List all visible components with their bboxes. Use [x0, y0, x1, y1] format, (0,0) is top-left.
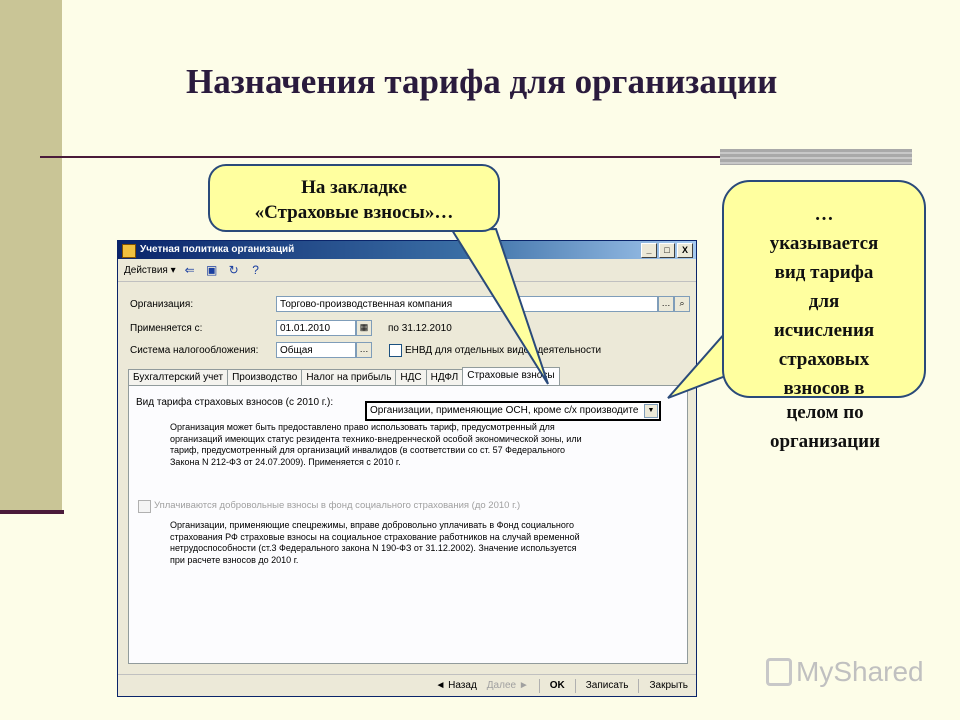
help-icon[interactable]: ?	[248, 262, 264, 278]
applies-label: Применяется с:	[130, 323, 203, 334]
tariff-select[interactable]: Организации, применяющие ОСН, кроме с/х …	[365, 401, 661, 421]
bottom-button-bar: ◄ Назад Далее ► OK Записать Закрыть	[118, 674, 696, 696]
button-separator	[574, 678, 576, 693]
envd-label: ЕНВД для отдельных видов деятельности	[405, 345, 602, 356]
tab-accounting[interactable]: Бухгалтерский учет	[128, 369, 229, 386]
voluntary-checkbox[interactable]	[138, 500, 151, 513]
refresh-icon[interactable]: ↻	[226, 262, 242, 278]
structure-icon[interactable]: ▣	[204, 262, 220, 278]
tab-insurance-contributions[interactable]: Страховые взносы	[462, 367, 560, 386]
title-divider	[40, 156, 720, 158]
org-field[interactable]: Торгово-производственная компания	[276, 296, 658, 312]
left-accent-rule	[0, 510, 64, 514]
close-window-button[interactable]: X	[677, 243, 693, 258]
applies-from-field[interactable]: 01.01.2010	[276, 320, 356, 336]
tab-profit-tax[interactable]: Налог на прибыль	[301, 369, 397, 386]
window-controls: _ □ X	[641, 243, 693, 258]
org-select-button[interactable]: …	[658, 296, 674, 312]
envd-checkbox[interactable]	[389, 344, 402, 357]
button-separator	[638, 678, 640, 693]
minimize-button[interactable]: _	[641, 243, 657, 258]
tab-ndfl[interactable]: НДФЛ	[425, 369, 464, 386]
slide-title: Назначения тарифа для организации	[186, 62, 778, 101]
window-app-icon	[122, 244, 136, 258]
watermark-logo-icon	[766, 658, 792, 686]
calendar-icon[interactable]: ▦	[356, 320, 372, 336]
callout-tariff-hint-overflow: целом по организации	[769, 402, 881, 452]
window-title: Учетная политика организаций	[140, 244, 295, 255]
org-open-icon[interactable]: ⌕	[674, 296, 690, 312]
save-button[interactable]: Записать	[586, 680, 629, 691]
next-button[interactable]: Далее ►	[487, 680, 529, 691]
tax-system-label: Система налогообложения:	[130, 345, 259, 356]
voluntary-label: Уплачиваются добровольные взносы в фонд …	[154, 500, 521, 511]
tariff-select-value: Организации, применяющие ОСН, кроме с/х …	[370, 405, 639, 416]
tab-strip: Бухгалтерский учет Производство Налог на…	[128, 367, 560, 386]
chevron-down-icon[interactable]: ▼	[644, 404, 658, 418]
org-label: Организация:	[130, 299, 194, 310]
tab-vat[interactable]: НДС	[395, 369, 427, 386]
accounting-policy-window: Учетная политика организаций _ □ X Дейст…	[117, 240, 697, 697]
tariff-description: Организация может быть предоставлено пра…	[170, 422, 582, 467]
title-divider-gray	[720, 149, 912, 165]
window-titlebar[interactable]: Учетная политика организаций _ □ X	[118, 241, 696, 259]
close-button[interactable]: Закрыть	[649, 680, 688, 691]
maximize-button[interactable]: □	[659, 243, 675, 258]
actions-menu[interactable]: Действия ▾	[124, 265, 176, 276]
toolbar: Действия ▾ ⇐ ▣ ↻ ?	[118, 259, 696, 282]
button-separator	[538, 678, 540, 693]
tax-system-field[interactable]: Общая	[276, 342, 356, 358]
back-button[interactable]: ◄ Назад	[435, 680, 476, 691]
tab-production[interactable]: Производство	[227, 369, 303, 386]
ok-button[interactable]: OK	[550, 680, 565, 691]
callout-tab-hint: На закладке «Страховые взносы»…	[208, 164, 500, 232]
back-arrow-icon[interactable]: ⇐	[182, 262, 198, 278]
tax-select-button[interactable]: …	[356, 342, 372, 358]
tariff-label: Вид тарифа страховых взносов (с 2010 г.)…	[136, 397, 334, 408]
callout-tariff-hint: … указывается вид тарифа для исчисления …	[722, 180, 926, 399]
voluntary-description: Организации, применяющие спецрежимы, впр…	[170, 520, 580, 565]
applies-to-text: по 31.12.2010	[388, 323, 452, 334]
watermark: MyShared	[766, 656, 924, 688]
watermark-text: MyShared	[796, 656, 924, 687]
left-accent-bar	[0, 0, 62, 512]
